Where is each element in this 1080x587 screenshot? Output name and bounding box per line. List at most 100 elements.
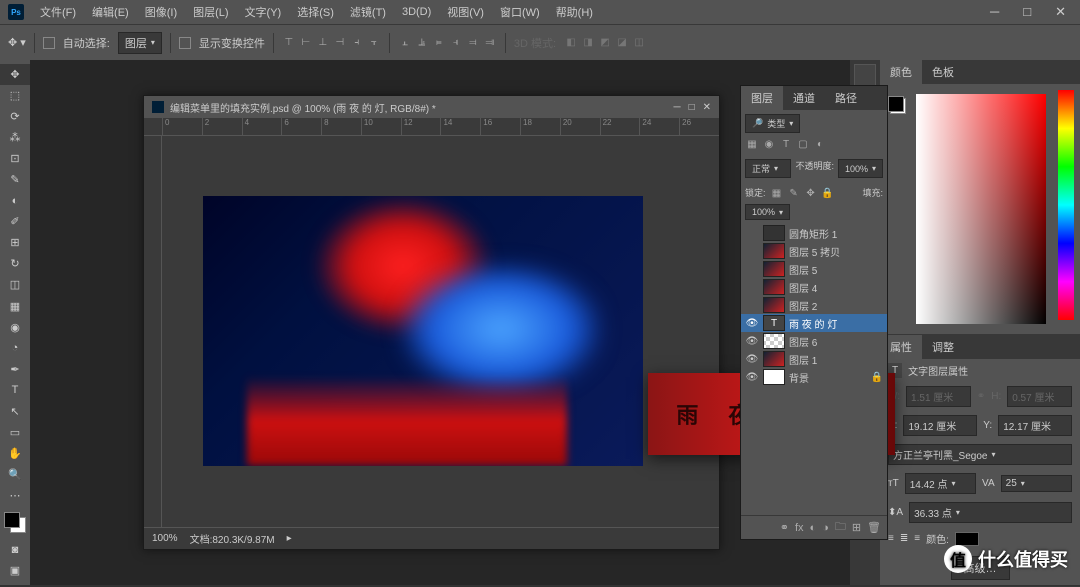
- menu-layer[interactable]: 图层(L): [185, 4, 236, 20]
- healing-tool[interactable]: ◐: [0, 190, 30, 211]
- doc-close[interactable]: ✕: [703, 102, 711, 113]
- eraser-tool[interactable]: ◫: [0, 274, 30, 295]
- stamp-tool[interactable]: ⊞: [0, 232, 30, 253]
- lasso-tool[interactable]: ⟳: [0, 106, 30, 127]
- layer-group-icon[interactable]: 🗀: [835, 518, 846, 537]
- auto-select-checkbox[interactable]: [43, 37, 55, 49]
- edit-toolbar[interactable]: ⋯: [0, 485, 30, 506]
- layer-filter-icons[interactable]: ▦◉T▢◐: [745, 137, 827, 151]
- menu-select[interactable]: 选择(S): [289, 4, 342, 20]
- auto-select-dropdown[interactable]: 图层: [118, 32, 162, 54]
- wand-tool[interactable]: ⁂: [0, 127, 30, 148]
- tab-adjustments[interactable]: 调整: [922, 335, 964, 359]
- layer-mask-icon[interactable]: ◐: [810, 522, 817, 534]
- tracking-input[interactable]: 25: [1001, 475, 1072, 492]
- layer-row[interactable]: 👁背景🔒: [741, 368, 887, 386]
- marquee-tool[interactable]: ⬚: [0, 85, 30, 106]
- menu-window[interactable]: 窗口(W): [492, 4, 548, 20]
- tab-channels[interactable]: 通道: [783, 86, 825, 110]
- file-info[interactable]: 文档:820.3K/9.87M: [190, 531, 275, 546]
- menu-image[interactable]: 图像(I): [137, 4, 185, 20]
- pen-tool[interactable]: ✒: [0, 359, 30, 380]
- document-titlebar[interactable]: 编辑菜单里的填充实例.psd @ 100% (雨 夜 的 灯, RGB/8#) …: [144, 96, 719, 118]
- menu-file[interactable]: 文件(F): [32, 4, 84, 20]
- layer-row[interactable]: 圆角矩形 1: [741, 224, 887, 242]
- menu-edit[interactable]: 编辑(E): [84, 4, 137, 20]
- link-layers-icon[interactable]: ⚭: [780, 521, 789, 534]
- visibility-icon[interactable]: 👁: [745, 336, 759, 347]
- text-color-swatch[interactable]: [955, 532, 979, 546]
- zoom-tool[interactable]: 🔍: [0, 464, 30, 485]
- layer-row[interactable]: 图层 5 拷贝: [741, 242, 887, 260]
- color-swatch[interactable]: [4, 512, 26, 533]
- font-size-input[interactable]: 14.42 点: [905, 473, 976, 494]
- lock-icons[interactable]: ▦✎✥🔒: [770, 186, 835, 200]
- menu-help[interactable]: 帮助(H): [548, 4, 601, 20]
- x-input[interactable]: 19.12 厘米: [903, 415, 977, 436]
- align-icons[interactable]: ⊤⊢⊥⊣⫞⫟: [282, 36, 381, 50]
- fill-input[interactable]: 100%: [745, 204, 790, 220]
- collapsed-panel-icon[interactable]: [854, 64, 876, 86]
- layer-row[interactable]: 图层 4: [741, 278, 887, 296]
- zoom-level[interactable]: 100%: [152, 533, 178, 544]
- history-brush-tool[interactable]: ↻: [0, 253, 30, 274]
- move-tool[interactable]: ✥: [0, 64, 30, 85]
- canvas-content[interactable]: [203, 196, 643, 466]
- color-preview[interactable]: [888, 96, 906, 114]
- color-picker[interactable]: [916, 94, 1046, 324]
- close-button[interactable]: ✕: [1049, 4, 1072, 20]
- menu-filter[interactable]: 滤镜(T): [342, 4, 394, 20]
- font-dropdown[interactable]: 方正兰亭刊黑_Segoe: [888, 444, 1072, 465]
- layer-name: 雨 夜 的 灯: [789, 316, 837, 331]
- path-tool[interactable]: ↖: [0, 401, 30, 422]
- gradient-tool[interactable]: ▦: [0, 296, 30, 317]
- new-layer-icon[interactable]: ⊞: [852, 521, 861, 534]
- doc-minimize[interactable]: ─: [673, 102, 680, 113]
- layer-kind-dropdown[interactable]: 🔎 类型: [745, 114, 800, 133]
- menu-type[interactable]: 文字(Y): [237, 4, 290, 20]
- blur-tool[interactable]: ◉: [0, 317, 30, 338]
- brush-tool[interactable]: ✐: [0, 211, 30, 232]
- tab-paths[interactable]: 路径: [825, 86, 867, 110]
- adjustment-layer-icon[interactable]: ◑: [822, 522, 829, 534]
- opacity-input[interactable]: 100%: [838, 159, 883, 178]
- menu-3d[interactable]: 3D(D): [394, 6, 439, 18]
- layer-row[interactable]: 图层 5: [741, 260, 887, 278]
- quickmask-tool[interactable]: ◙: [0, 539, 30, 560]
- delete-layer-icon[interactable]: 🗑: [867, 521, 881, 534]
- crop-tool[interactable]: ⊡: [0, 148, 30, 169]
- dodge-tool[interactable]: ◔: [0, 338, 30, 359]
- visibility-icon[interactable]: 👁: [745, 372, 759, 383]
- align-center-icon[interactable]: ≣: [900, 533, 908, 544]
- distribute-icons[interactable]: ⫠⫡⫢⫣⫤⫥: [398, 36, 497, 50]
- type-tool[interactable]: T: [0, 380, 30, 401]
- shape-tool[interactable]: ▭: [0, 422, 30, 443]
- screenmode-tool[interactable]: ▣: [0, 560, 30, 581]
- tab-swatches[interactable]: 色板: [922, 60, 964, 84]
- layer-name: 图层 1: [789, 352, 817, 367]
- show-transform-checkbox[interactable]: [179, 37, 191, 49]
- eyedropper-tool[interactable]: ✎: [0, 169, 30, 190]
- hue-strip[interactable]: [1058, 90, 1074, 320]
- leading-input[interactable]: 36.33 点: [909, 502, 1072, 523]
- maximize-button[interactable]: □: [1017, 4, 1037, 20]
- layer-row[interactable]: 👁 图层 1: [741, 350, 887, 368]
- layer-row[interactable]: 👁图层 6: [741, 332, 887, 350]
- vertical-ruler[interactable]: [144, 136, 162, 527]
- tab-layers[interactable]: 图层: [741, 86, 783, 110]
- menu-view[interactable]: 视图(V): [439, 4, 492, 20]
- minimize-button[interactable]: ─: [984, 4, 1005, 20]
- tab-color[interactable]: 颜色: [880, 60, 922, 84]
- align-left-icon[interactable]: ≡: [888, 533, 894, 544]
- visibility-icon[interactable]: 👁: [745, 354, 759, 365]
- hand-tool[interactable]: ✋: [0, 443, 30, 464]
- y-input[interactable]: 12.17 厘米: [998, 415, 1072, 436]
- visibility-icon[interactable]: 👁: [745, 318, 759, 329]
- doc-maximize[interactable]: □: [689, 102, 695, 113]
- align-right-icon[interactable]: ≡: [914, 533, 920, 544]
- layer-row[interactable]: 图层 2: [741, 296, 887, 314]
- horizontal-ruler[interactable]: 02468101214161820222426: [144, 118, 719, 136]
- layer-fx-icon[interactable]: fx: [795, 522, 804, 534]
- blend-mode-dropdown[interactable]: 正常: [745, 159, 791, 178]
- layer-row[interactable]: 👁T雨 夜 的 灯: [741, 314, 887, 332]
